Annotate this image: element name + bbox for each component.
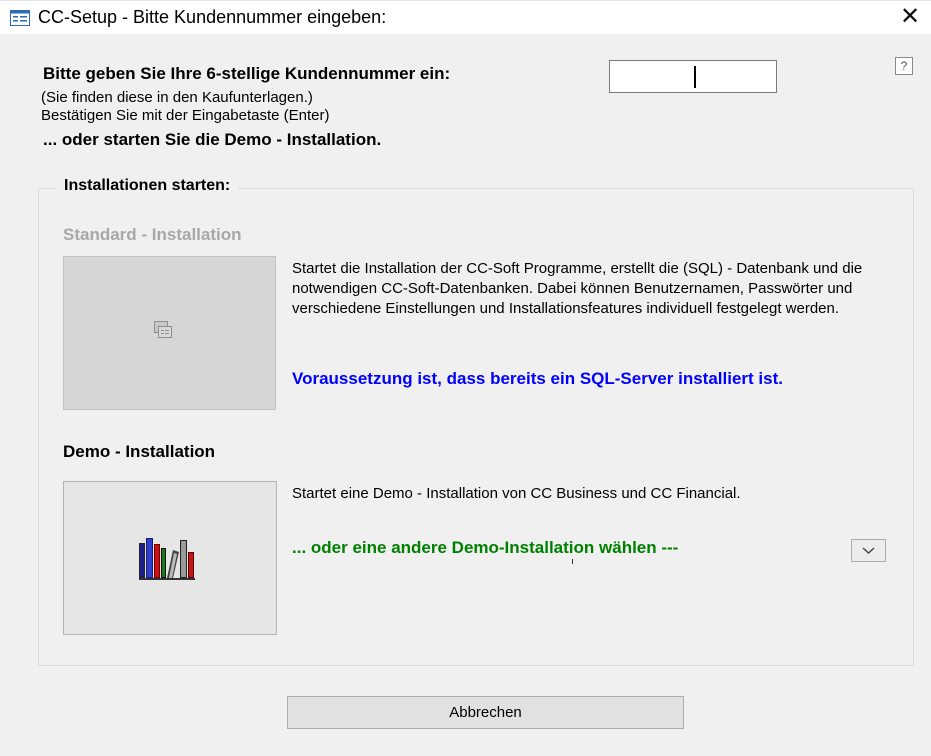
installations-group-label: Installationen starten:: [56, 177, 239, 195]
chevron-down-icon: [862, 547, 875, 554]
demo-hint: ... oder starten Sie die Demo - Installa…: [43, 130, 382, 149]
form-icon: [154, 321, 172, 338]
close-icon: ✕: [899, 3, 921, 30]
help-icon[interactable]: ?: [895, 57, 913, 75]
window-title: CC-Setup - Bitte Kundennummer eingeben:: [38, 7, 387, 27]
standard-installation-title: Standard - Installation: [63, 225, 242, 244]
info-line-confirm-enter: Bestätigen Sie mit der Eingabetaste (Ent…: [41, 107, 330, 124]
stray-mark: [572, 559, 573, 564]
text-caret: [694, 66, 696, 88]
close-button[interactable]: ✕: [890, 3, 930, 33]
demo-installation-description: Startet eine Demo - Installation von CC …: [292, 485, 741, 502]
demo-select-dropdown[interactable]: [851, 539, 886, 562]
books-icon: [139, 538, 195, 580]
customer-number-input[interactable]: [609, 60, 777, 93]
customer-number-prompt: Bitte geben Sie Ihre 6-stellige Kundennu…: [43, 64, 451, 83]
demo-installation-title: Demo - Installation: [63, 442, 216, 461]
form-icon: [10, 10, 30, 26]
other-demo-link[interactable]: ... oder eine andere Demo-Installation w…: [292, 538, 678, 558]
cancel-button[interactable]: Abbrechen: [287, 696, 684, 729]
standard-installation-description: Startet die Installation der CC-Soft Pro…: [292, 260, 863, 317]
title-bar: CC-Setup - Bitte Kundennummer eingeben: …: [0, 0, 931, 34]
info-line-purchase-docs: (Sie finden diese in den Kaufunterlagen.…: [41, 89, 313, 106]
sql-server-requirement: Voraussetzung ist, dass bereits ein SQL-…: [292, 369, 783, 388]
